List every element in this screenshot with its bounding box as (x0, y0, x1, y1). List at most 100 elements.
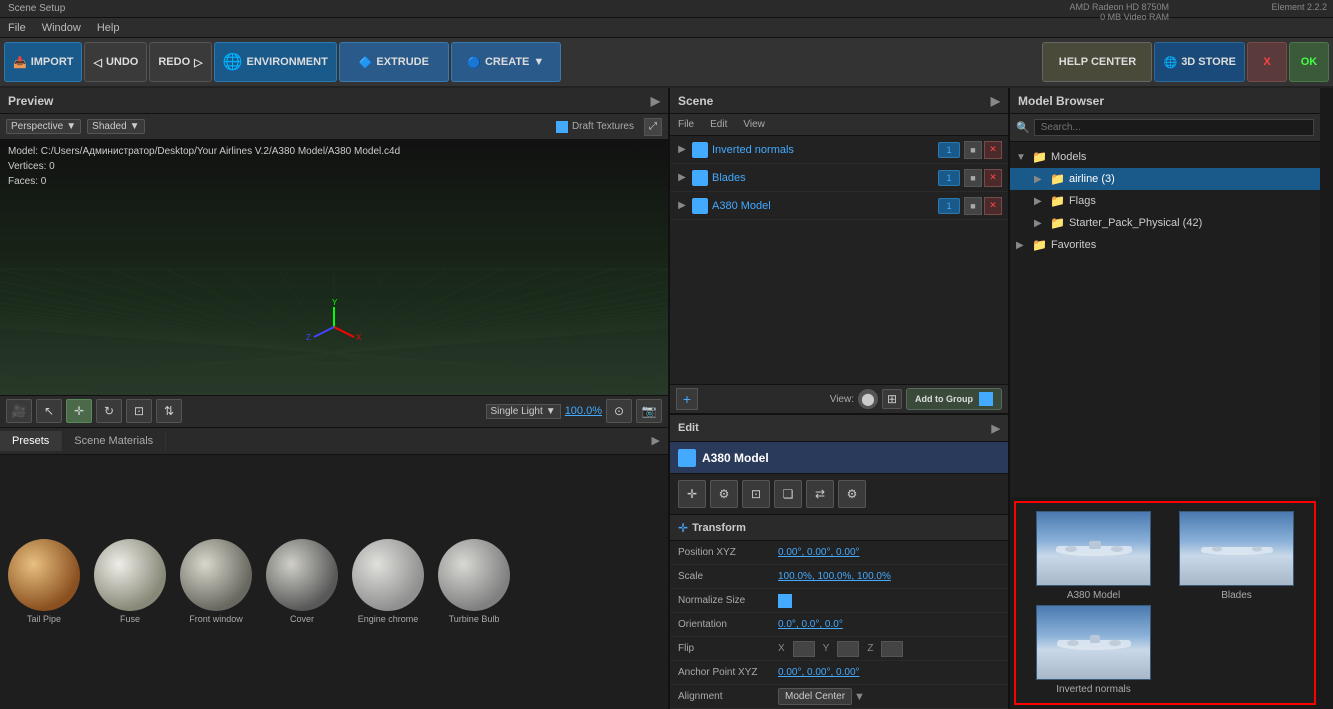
thumb-inverted-normals[interactable]: Inverted normals (1024, 605, 1163, 695)
material-engine-chrome[interactable]: Engine chrome (352, 539, 424, 624)
rotate-button[interactable]: ↻ (96, 399, 122, 423)
camera-button[interactable]: 🎥 (6, 399, 32, 423)
viewport-3d[interactable]: Model: C:/Users/Администратор/Desktop/Yo… (0, 140, 668, 395)
scene-item-a380[interactable]: ▶ A380 Model 1 ■ ✕ (670, 192, 1008, 220)
tree-item-favorites[interactable]: ▶ 📁 Favorites (1010, 234, 1320, 256)
thumb-blades[interactable]: Blades (1167, 511, 1306, 601)
normalize-checkbox[interactable] (778, 594, 792, 608)
redo-arrow-icon: ▷ (194, 56, 202, 69)
create-button[interactable]: 🔵 CREATE ▼ (451, 42, 561, 82)
menu-file[interactable]: File (8, 22, 26, 34)
shaded-dropdown-icon: ▼ (130, 121, 140, 132)
expand-inverted-normals[interactable]: ▶ (676, 144, 688, 156)
tail-pipe-sphere (8, 539, 80, 611)
scale-edit-icon[interactable]: ⊡ (742, 480, 770, 508)
delete-a380[interactable]: ✕ (984, 197, 1002, 215)
perspective-select[interactable]: Perspective ▼ (6, 119, 81, 134)
search-input[interactable] (1034, 119, 1314, 136)
close-button[interactable]: X (1247, 42, 1287, 82)
draft-textures-checkbox[interactable] (556, 121, 568, 133)
prop-anchor: Anchor Point XYZ 0.00°, 0.00°, 0.00° (670, 661, 1008, 685)
undo-button[interactable]: ◁ UNDO (84, 42, 147, 82)
visibility-inverted-normals[interactable]: ■ (964, 141, 982, 159)
thumb-a380[interactable]: A380 Model (1024, 511, 1163, 601)
snapshot-button[interactable]: 📷 (636, 399, 662, 423)
move-button[interactable]: ✛ (66, 399, 92, 423)
orientation-value[interactable]: 0.0°, 0.0°, 0.0° (778, 619, 843, 630)
ok-button[interactable]: OK (1289, 42, 1329, 82)
scene-menu-view[interactable]: View (743, 119, 765, 130)
material-fuse[interactable]: Fuse (94, 539, 166, 624)
material-tail-pipe[interactable]: Tail Pipe (8, 539, 80, 624)
scene-menu-edit[interactable]: Edit (710, 119, 727, 130)
tab-scene-materials[interactable]: Scene Materials (62, 431, 166, 451)
visibility-a380[interactable]: ■ (964, 197, 982, 215)
help-center-button[interactable]: HELP CENTER (1042, 42, 1152, 82)
tab-presets[interactable]: Presets (0, 431, 62, 451)
view-grid-icon[interactable]: ⊞ (882, 389, 902, 409)
material-turbine-bulb[interactable]: Turbine Bulb (438, 539, 510, 624)
environment-button[interactable]: 🌐 ENVIRONMENT (214, 42, 337, 82)
preview-expand-icon[interactable]: ▶ (651, 94, 660, 108)
transform-icon: ✛ (678, 521, 688, 535)
redo-button[interactable]: REDO ▷ (149, 42, 211, 82)
scale-value[interactable]: 100.0%, 100.0%, 100.0% (778, 571, 891, 582)
select-button[interactable]: ↖ (36, 399, 62, 423)
tree-item-models[interactable]: ▼ 📁 Models (1010, 146, 1320, 168)
position-value[interactable]: 0.00°, 0.00°, 0.00° (778, 547, 860, 558)
gpu-info: AMD Radeon HD 8750M 0 MB Video RAM (1065, 0, 1173, 24)
material-front-window[interactable]: Front window (180, 539, 252, 624)
extrude-button[interactable]: 🔷 EXTRUDE (339, 42, 449, 82)
rotate-edit-icon[interactable]: ⚙ (710, 480, 738, 508)
mirror-edit-icon[interactable]: ⇄ (806, 480, 834, 508)
scene-expand-icon[interactable]: ▶ (991, 94, 1000, 108)
delete-blades[interactable]: ✕ (984, 169, 1002, 187)
add-scene-item-button[interactable]: + (676, 388, 698, 410)
visibility-blades[interactable]: ■ (964, 169, 982, 187)
menu-help[interactable]: Help (97, 22, 120, 34)
materials-expand-icon[interactable]: ▶ (652, 434, 660, 447)
zoom-level[interactable]: 100.0% (565, 405, 602, 417)
menu-window[interactable]: Window (42, 22, 81, 34)
add-to-group-button[interactable]: Add to Group (906, 388, 1002, 410)
front-window-label: Front window (189, 614, 243, 624)
flip-y-button[interactable] (837, 641, 859, 657)
3d-store-button[interactable]: 🌐 3D STORE (1154, 42, 1245, 82)
shaded-select[interactable]: Shaded ▼ (87, 119, 144, 134)
scene-item-inverted-normals[interactable]: ▶ Inverted normals 1 ■ ✕ (670, 136, 1008, 164)
tree-item-starter-pack[interactable]: ▶ 📁 Starter_Pack_Physical (42) (1010, 212, 1320, 234)
scene-panel: Scene ▶ File Edit View ▶ Inverted normal… (670, 88, 1010, 709)
edit-header: Edit ▶ (670, 414, 1008, 442)
badge-a380: 1 (938, 198, 960, 214)
duplicate-edit-icon[interactable]: ❏ (774, 480, 802, 508)
tree-item-airline[interactable]: ▶ 📁 airline (3) (1010, 168, 1320, 190)
object-name: A380 Model (702, 451, 769, 465)
scene-menu-file[interactable]: File (678, 119, 694, 130)
flip-x-button[interactable] (793, 641, 815, 657)
alignment-select[interactable]: Model Center (778, 688, 852, 705)
draft-textures-toggle[interactable]: Draft Textures (556, 121, 634, 133)
settings-edit-icon[interactable]: ⚙ (838, 480, 866, 508)
material-cover[interactable]: Cover (266, 539, 338, 624)
import-button[interactable]: 📥 IMPORT (4, 42, 82, 82)
move-edit-icon[interactable]: ✛ (678, 480, 706, 508)
view-sphere-icon[interactable]: ⬤ (858, 389, 878, 409)
fit-view-button[interactable]: ⊙ (606, 399, 632, 423)
delete-inverted-normals[interactable]: ✕ (984, 141, 1002, 159)
expand-a380[interactable]: ▶ (676, 200, 688, 212)
scale-button[interactable]: ⊡ (126, 399, 152, 423)
anchor-value[interactable]: 0.00°, 0.00°, 0.00° (778, 667, 860, 678)
engine-chrome-label: Engine chrome (358, 614, 419, 624)
expand-blades[interactable]: ▶ (676, 172, 688, 184)
svg-text:Y: Y (332, 298, 338, 307)
edit-expand-icon[interactable]: ▶ (992, 422, 1000, 435)
cover-sphere (266, 539, 338, 611)
transform-button[interactable]: ⇅ (156, 399, 182, 423)
flip-z-button[interactable] (881, 641, 903, 657)
viewport-expand-icon[interactable]: ⤢ (644, 118, 662, 136)
light-mode-select[interactable]: Single Light ▼ (486, 404, 561, 419)
thumbnail-grid: A380 Model Blades (1016, 503, 1314, 703)
tree-item-flags[interactable]: ▶ 📁 Flags (1010, 190, 1320, 212)
controls-blades: ■ ✕ (964, 169, 1002, 187)
scene-item-blades[interactable]: ▶ Blades 1 ■ ✕ (670, 164, 1008, 192)
